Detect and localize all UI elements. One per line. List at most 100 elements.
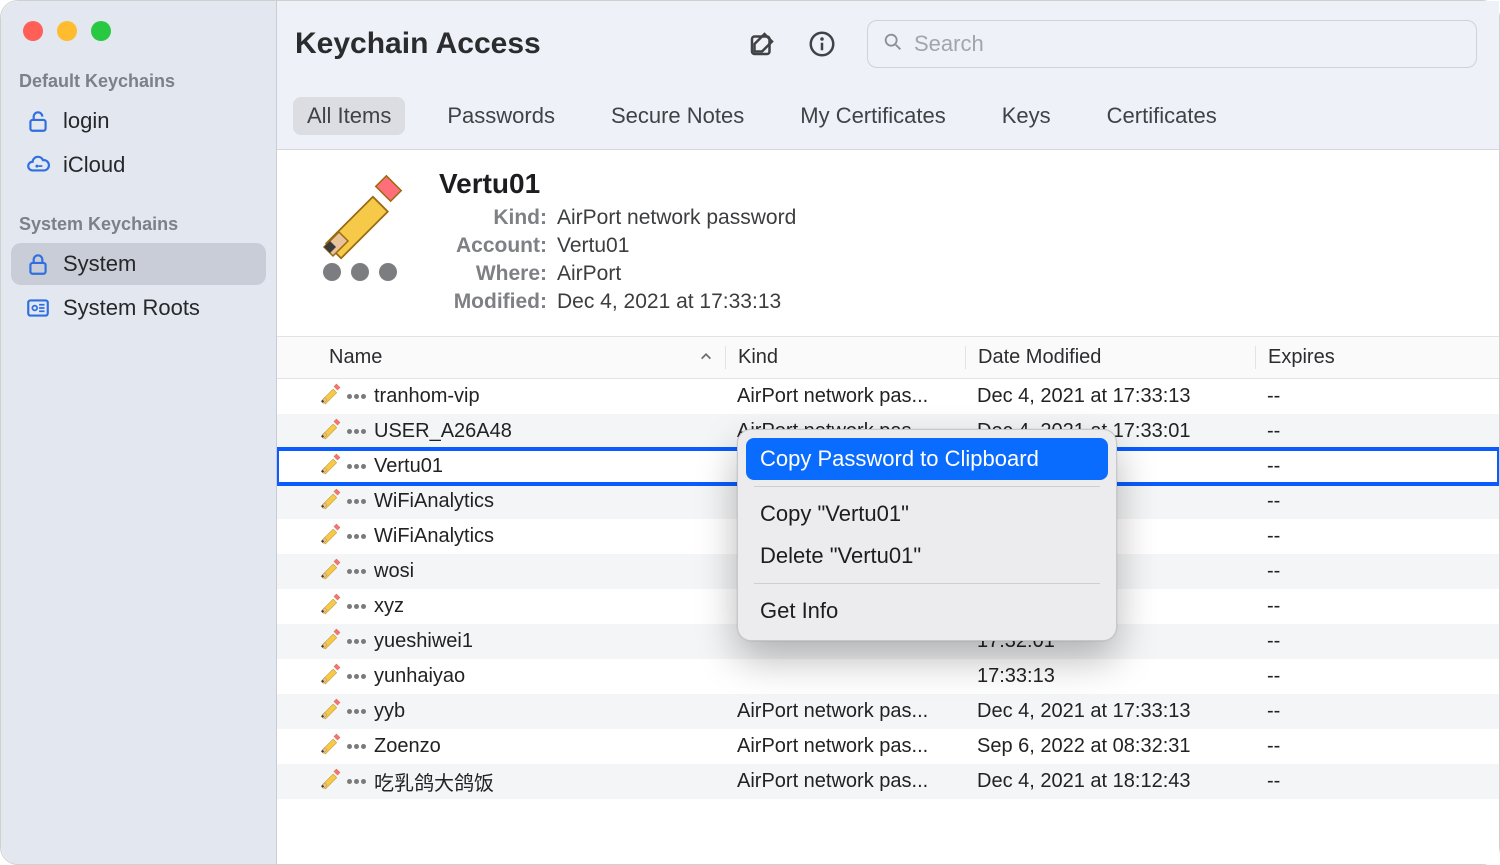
- row-expires: --: [1255, 560, 1499, 583]
- row-expires: --: [1255, 700, 1499, 723]
- filter-my-certificates[interactable]: My Certificates: [786, 97, 959, 135]
- row-name: yunhaiyao: [374, 665, 465, 688]
- pencil-icon: [319, 523, 341, 551]
- password-dots-icon: [347, 604, 366, 609]
- col-date[interactable]: Date Modified: [965, 346, 1255, 369]
- row-name: 吃乳鸽大鸽饭: [374, 767, 494, 796]
- search-field[interactable]: [867, 20, 1477, 68]
- row-expires: --: [1255, 525, 1499, 548]
- sidebar-item-label: System: [63, 251, 136, 277]
- password-dots-icon: [347, 429, 366, 434]
- detail-key-where: Where:: [439, 262, 547, 286]
- filter-keys[interactable]: Keys: [988, 97, 1065, 135]
- col-date-label: Date Modified: [978, 346, 1101, 369]
- table-row[interactable]: yyb AirPort network pas...Dec 4, 2021 at …: [277, 694, 1499, 729]
- search-icon: [882, 31, 914, 58]
- sidebar-item-icloud[interactable]: iCloud: [11, 144, 266, 186]
- context-menu: Copy Password to Clipboard Copy "Vertu01…: [737, 429, 1117, 641]
- sidebar-item-label: iCloud: [63, 152, 125, 178]
- detail-key-account: Account:: [439, 234, 547, 258]
- table-row[interactable]: ZoenzoAirPort network pas...Sep 6, 2022 …: [277, 729, 1499, 764]
- detail-val-where: AirPort: [557, 262, 621, 286]
- sidebar-item-system-roots[interactable]: System Roots: [11, 287, 266, 329]
- row-kind: AirPort network pas...: [725, 700, 965, 723]
- pencil-icon: [315, 172, 405, 267]
- sort-ascending-icon: [699, 346, 713, 369]
- password-dots-icon: [347, 394, 366, 399]
- row-name: Vertu01: [374, 455, 443, 478]
- row-date: Sep 6, 2022 at 08:32:31: [965, 735, 1255, 758]
- col-expires-label: Expires: [1268, 346, 1335, 369]
- row-expires: --: [1255, 420, 1499, 443]
- detail-val-modified: Dec 4, 2021 at 17:33:13: [557, 290, 781, 314]
- row-expires: --: [1255, 595, 1499, 618]
- close-window-button[interactable]: [23, 21, 43, 41]
- filter-secure-notes[interactable]: Secure Notes: [597, 97, 758, 135]
- detail-val-account: Vertu01: [557, 234, 629, 258]
- col-expires[interactable]: Expires: [1255, 346, 1499, 369]
- menu-separator: [754, 583, 1100, 584]
- row-name: yueshiwei1: [374, 630, 473, 653]
- sidebar-item-login[interactable]: login: [11, 100, 266, 142]
- search-input[interactable]: [914, 31, 1462, 57]
- menu-copy-name[interactable]: Copy "Vertu01": [746, 493, 1108, 535]
- col-name-label: Name: [329, 346, 382, 369]
- row-name: wosi: [374, 560, 414, 583]
- sidebar-item-label: System Roots: [63, 295, 200, 321]
- row-kind: AirPort network pas...: [725, 770, 965, 793]
- row-expires: --: [1255, 630, 1499, 653]
- compose-icon[interactable]: [747, 29, 777, 59]
- cert-icon: [25, 295, 51, 321]
- table-row[interactable]: 吃乳鸽大鸽饭AirPort network pas...Dec 4, 2021 …: [277, 764, 1499, 799]
- lock-icon: [25, 251, 51, 277]
- app-window: Default Keychains login iCloud System Ke…: [1, 1, 1499, 864]
- password-dots-icon: [347, 709, 366, 714]
- info-icon[interactable]: [807, 29, 837, 59]
- pencil-icon: [319, 593, 341, 621]
- row-expires: --: [1255, 770, 1499, 793]
- password-dots-icon: [347, 674, 366, 679]
- row-name: Zoenzo: [374, 735, 441, 758]
- password-dots-icon: [323, 263, 397, 281]
- pencil-icon: [319, 453, 341, 481]
- table-row[interactable]: yunhaiyao17:33:13--: [277, 659, 1499, 694]
- menu-delete[interactable]: Delete "Vertu01": [746, 535, 1108, 577]
- table-row[interactable]: tranhom-vipAirPort network pas...Dec 4, …: [277, 379, 1499, 414]
- password-dots-icon: [347, 534, 366, 539]
- detail-key-modified: Modified:: [439, 290, 547, 314]
- filter-passwords[interactable]: Passwords: [433, 97, 569, 135]
- pencil-icon: [319, 768, 341, 796]
- detail-val-kind: AirPort network password: [557, 206, 796, 230]
- row-name: WiFiAnalytics: [374, 490, 494, 513]
- row-expires: --: [1255, 385, 1499, 408]
- col-kind[interactable]: Kind: [725, 346, 965, 369]
- filter-bar: All Items Passwords Secure Notes My Cert…: [277, 87, 1499, 150]
- pencil-icon: [319, 628, 341, 656]
- menu-get-info[interactable]: Get Info: [746, 590, 1108, 632]
- zoom-window-button[interactable]: [91, 21, 111, 41]
- items-table: Name Kind Date Modified Expires tranhom-…: [277, 337, 1499, 864]
- unlock-icon: [25, 108, 51, 134]
- pencil-icon: [319, 698, 341, 726]
- filter-all-items[interactable]: All Items: [293, 97, 405, 135]
- detail-key-kind: Kind:: [439, 206, 547, 230]
- col-name[interactable]: Name: [277, 346, 725, 369]
- password-dots-icon: [347, 499, 366, 504]
- password-dots-icon: [347, 744, 366, 749]
- menu-copy-password[interactable]: Copy Password to Clipboard: [746, 438, 1108, 480]
- cloud-key-icon: [25, 152, 51, 178]
- filter-certificates[interactable]: Certificates: [1093, 97, 1231, 135]
- row-date: 17:33:13: [965, 665, 1255, 688]
- minimize-window-button[interactable]: [57, 21, 77, 41]
- pencil-icon: [319, 488, 341, 516]
- pencil-icon: [319, 733, 341, 761]
- row-name: WiFiAnalytics: [374, 525, 494, 548]
- row-name: yyb: [374, 700, 405, 723]
- window-controls: [1, 15, 276, 63]
- sidebar-item-system[interactable]: System: [11, 243, 266, 285]
- col-kind-label: Kind: [738, 346, 778, 369]
- item-detail-panel: Vertu01 Kind: AirPort network password Ac…: [277, 150, 1499, 337]
- row-expires: --: [1255, 455, 1499, 478]
- row-date: Dec 4, 2021 at 17:33:13: [965, 385, 1255, 408]
- row-date: Dec 4, 2021 at 17:33:13: [965, 700, 1255, 723]
